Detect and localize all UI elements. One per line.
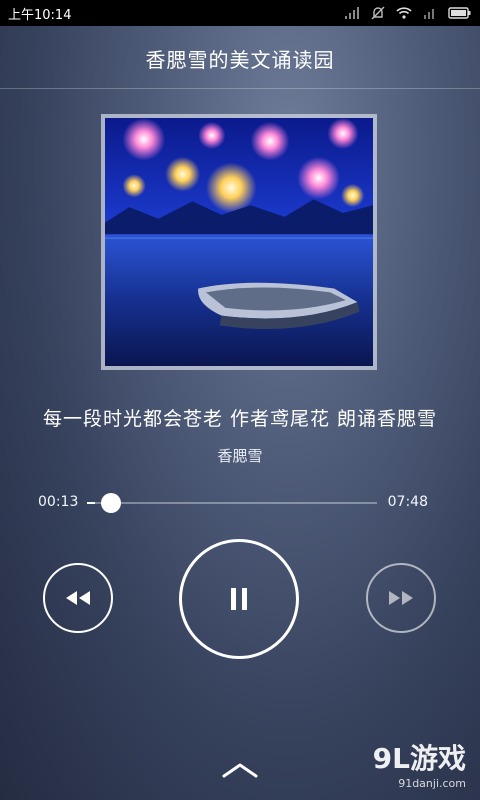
wifi-icon [396,7,412,19]
notification-off-icon [371,6,385,20]
battery-icon [448,7,471,19]
status-icons [344,4,472,22]
data-signal-icon [424,9,434,19]
pause-icon [231,588,247,610]
progress-bar[interactable] [87,493,377,513]
header-divider [0,88,480,89]
watermark-brand: 9L游戏 [372,742,466,775]
fast-forward-icon [389,591,413,605]
chevron-up-icon[interactable] [220,760,260,780]
progress-fill [87,502,96,504]
play-pause-button[interactable] [179,539,299,659]
signal-icon [345,7,359,19]
previous-button[interactable] [43,563,113,633]
track-title: 每一段时光都会苍老 作者鸢尾花 朗诵香腮雪 [42,408,438,430]
total-time: 07:48 [387,494,428,510]
album-cover [101,114,377,370]
status-bar: 上午10:14 [0,0,480,26]
watermark: 9L游戏 91danji.com [373,737,466,790]
page-title: 香腮雪的美文诵读园 [145,48,335,72]
track-artist: 香腮雪 [217,447,263,465]
header: 香腮雪的美文诵读园 [0,26,480,88]
next-button[interactable] [366,563,436,633]
progress-thumb[interactable] [101,493,122,513]
watermark-site: 91danji.com [398,777,466,790]
elapsed-time: 00:13 [38,494,79,510]
rewind-icon [66,591,90,605]
album-cover-image [105,118,373,366]
status-time: 上午10:14 [8,8,72,23]
